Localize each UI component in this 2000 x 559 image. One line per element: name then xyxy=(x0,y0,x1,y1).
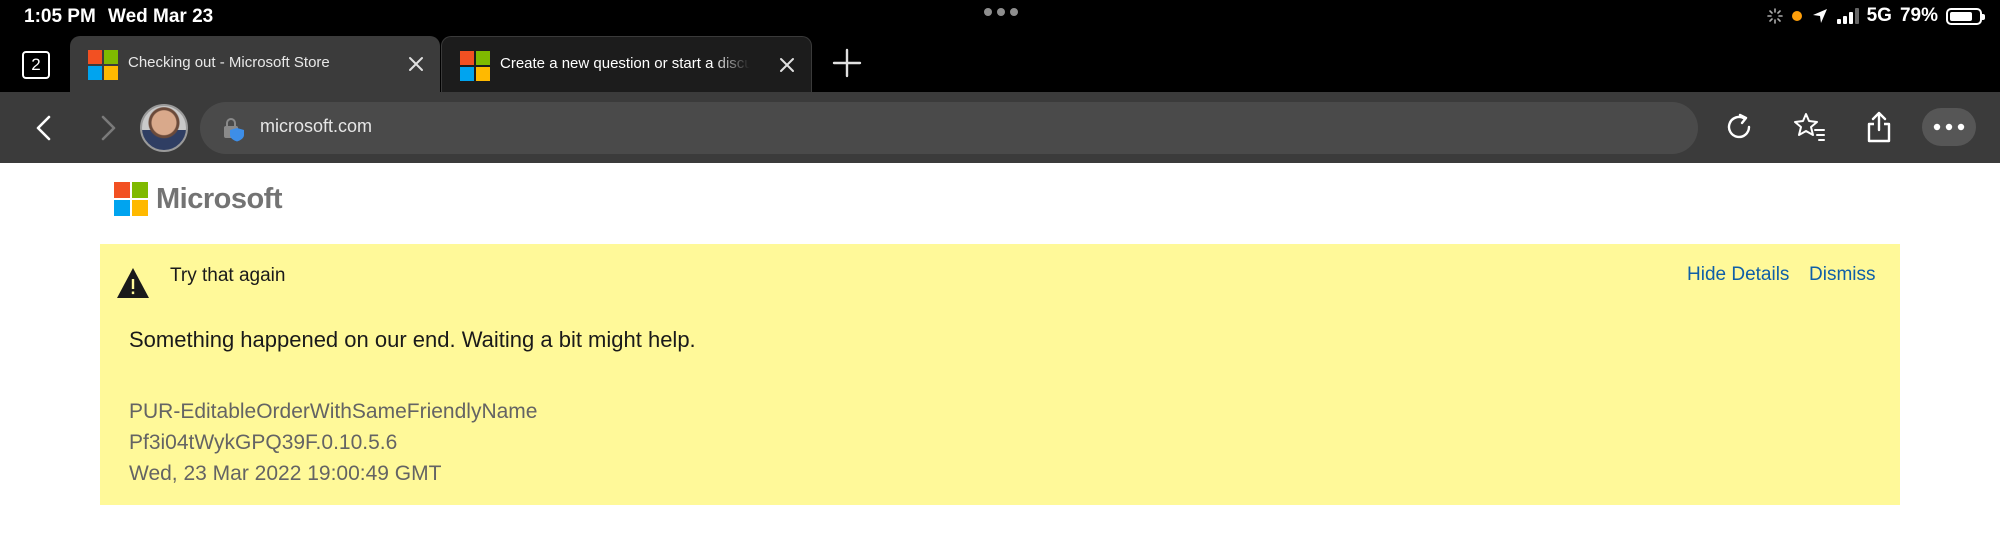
battery-percent: 79% xyxy=(1899,5,1938,26)
error-details: PUR-EditableOrderWithSameFriendlyName Pf… xyxy=(129,396,537,489)
browser-toolbar: microsoft.com xyxy=(0,92,2000,163)
tab-count-button[interactable]: 2 xyxy=(22,51,50,79)
status-bar: 1:05 PM Wed Mar 23 5G 79% xyxy=(0,0,2000,34)
signal-bars-icon xyxy=(1836,8,1859,24)
battery-icon xyxy=(1946,7,1985,25)
new-tab-plus-icon[interactable] xyxy=(832,48,862,78)
url-text: microsoft.com xyxy=(260,116,373,136)
activity-spinner-icon xyxy=(1766,8,1783,24)
microsoft-logo-icon xyxy=(88,50,118,80)
error-code: PUR-EditableOrderWithSameFriendlyName xyxy=(129,400,538,423)
refresh-icon[interactable] xyxy=(1722,110,1756,144)
close-tab-icon[interactable] xyxy=(777,55,797,75)
tab-checking-out[interactable]: Checking out - Microsoft Store xyxy=(70,36,440,92)
microsoft-logo-icon xyxy=(460,51,490,81)
mic-in-use-dot-icon xyxy=(1791,11,1802,21)
profile-avatar[interactable] xyxy=(140,104,188,152)
error-alert: Try that again Hide Details Dismiss Some… xyxy=(100,244,1900,505)
location-arrow-icon xyxy=(1812,9,1827,23)
forward-arrow-icon[interactable] xyxy=(92,112,124,144)
more-menu-button[interactable] xyxy=(1922,108,1976,146)
favorites-star-icon[interactable] xyxy=(1792,110,1826,144)
ellipsis-icon xyxy=(1933,123,1965,131)
brand-name: Microsoft xyxy=(156,182,283,215)
network-type: 5G xyxy=(1866,5,1892,26)
tab-create-question[interactable]: Create a new question or start a discuss… xyxy=(441,36,812,92)
alert-title: Try that again xyxy=(170,265,286,286)
back-arrow-icon[interactable] xyxy=(28,112,60,144)
close-tab-icon[interactable] xyxy=(406,54,426,74)
microsoft-header-logo[interactable]: Microsoft xyxy=(114,181,283,217)
tab-strip: 2 Checking out - Microsoft Store Create … xyxy=(0,34,2000,92)
multitasking-dots-icon[interactable] xyxy=(984,8,1018,16)
dismiss-link[interactable]: Dismiss xyxy=(1809,264,1876,286)
alert-message: Something happened on our end. Waiting a… xyxy=(129,327,696,352)
lock-shield-icon xyxy=(224,118,244,142)
tab-title: Create a new question or start a discuss… xyxy=(500,55,750,72)
share-icon[interactable] xyxy=(1862,110,1896,144)
status-date: Wed Mar 23 xyxy=(108,6,214,27)
address-bar[interactable]: microsoft.com xyxy=(200,102,1698,154)
error-timestamp: Wed, 23 Mar 2022 19:00:49 GMT xyxy=(129,462,442,485)
hide-details-link[interactable]: Hide Details xyxy=(1687,264,1789,286)
page-content: Microsoft Try that again Hide Details Di… xyxy=(0,163,2000,559)
correlation-id: Pf3i04tWykGPQ39F.0.10.5.6 xyxy=(129,431,398,454)
status-indicators: 5G 79% xyxy=(1766,5,1985,27)
microsoft-logo-icon xyxy=(114,182,148,216)
tab-title: Checking out - Microsoft Store xyxy=(128,54,330,71)
status-time: 1:05 PM xyxy=(24,6,96,27)
warning-triangle-icon xyxy=(117,268,149,298)
